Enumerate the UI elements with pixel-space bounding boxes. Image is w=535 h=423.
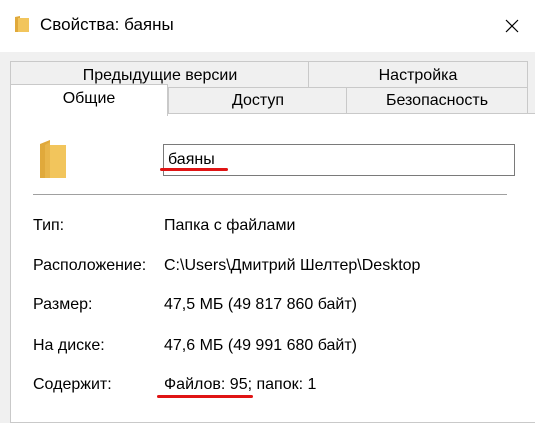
type-label: Тип: <box>33 217 65 234</box>
red-underline-annotation <box>160 168 228 171</box>
title-bar: Свойства: баяны <box>0 0 535 52</box>
tab-sharing[interactable]: Доступ <box>168 87 348 113</box>
close-icon <box>505 19 519 33</box>
folder-icon <box>40 140 66 178</box>
red-underline-annotation <box>157 395 253 398</box>
size-on-disk-value: 47,6 МБ (49 991 680 байт) <box>164 337 357 354</box>
folder-name-input[interactable] <box>163 144 515 176</box>
size-on-disk-label: На диске: <box>33 337 105 354</box>
close-button[interactable] <box>489 0 535 52</box>
tab-label: Настройка <box>378 67 458 84</box>
contains-label: Содержит: <box>33 376 112 393</box>
folder-icon <box>15 16 29 32</box>
tab-label: Доступ <box>231 92 285 109</box>
type-value: Папка с файлами <box>164 217 296 234</box>
window-title: Свойства: баяны <box>40 15 174 34</box>
tab-customize[interactable]: Настройка <box>308 61 528 89</box>
size-label: Размер: <box>33 296 93 313</box>
tab-security[interactable]: Безопасность <box>346 87 528 113</box>
location-value: C:\Users\Дмитрий Шелтер\Desktop <box>164 257 421 274</box>
location-label: Расположение: <box>33 257 147 274</box>
tab-label: Общие <box>62 90 116 107</box>
tab-label: Предыдущие версии <box>82 67 238 84</box>
tab-general[interactable]: Общие <box>10 84 168 116</box>
tab-label: Безопасность <box>385 92 489 109</box>
separator <box>33 194 507 195</box>
contains-value: Файлов: 95; папок: 1 <box>164 376 317 393</box>
size-value: 47,5 МБ (49 817 860 байт) <box>164 296 357 313</box>
